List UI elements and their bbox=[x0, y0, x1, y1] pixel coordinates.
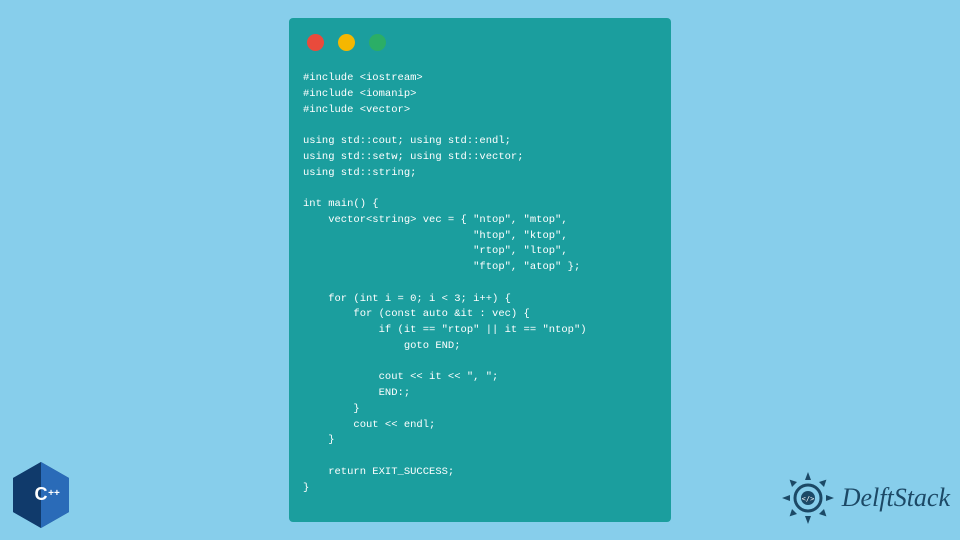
brand-text: DelftStack bbox=[842, 483, 950, 513]
close-icon[interactable] bbox=[307, 34, 324, 51]
code-window: #include <iostream> #include <iomanip> #… bbox=[289, 18, 671, 522]
minimize-icon[interactable] bbox=[338, 34, 355, 51]
window-controls bbox=[303, 34, 657, 51]
svg-text:++: ++ bbox=[48, 488, 60, 499]
delftstack-brand: </> DelftStack bbox=[780, 470, 950, 526]
svg-text:C: C bbox=[35, 484, 48, 504]
cpp-badge-icon: C ++ bbox=[10, 460, 72, 530]
delftstack-logo-icon: </> bbox=[780, 470, 836, 526]
svg-text:</>: </> bbox=[801, 495, 814, 503]
code-block: #include <iostream> #include <iomanip> #… bbox=[303, 71, 657, 496]
maximize-icon[interactable] bbox=[369, 34, 386, 51]
